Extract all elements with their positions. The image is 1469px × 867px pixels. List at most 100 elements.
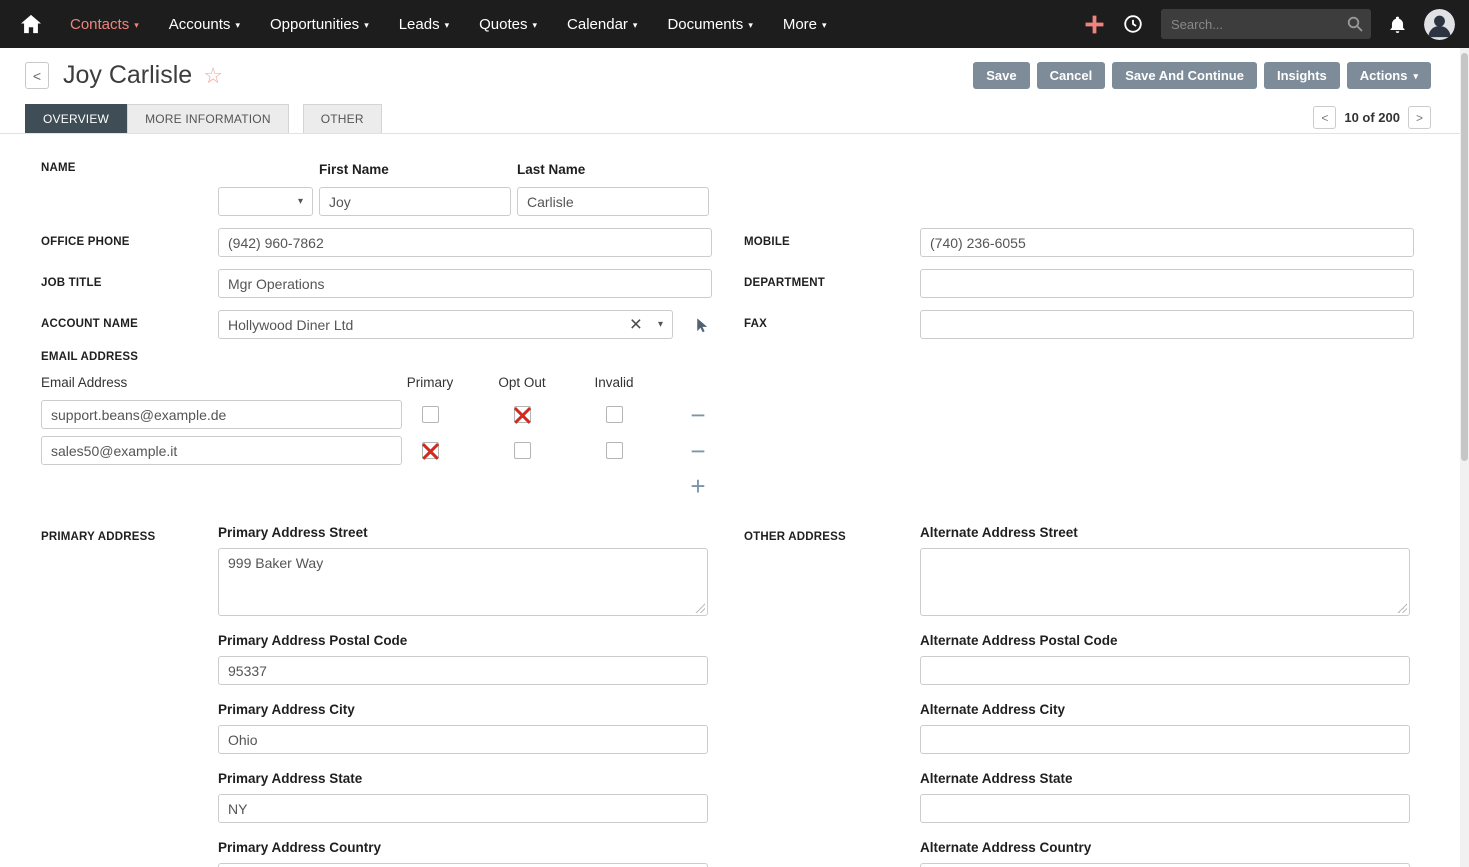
chevron-down-icon: ▾ — [633, 21, 638, 30]
alternate-street-label: Alternate Address Street — [920, 525, 1414, 540]
primary-address-section-label: PRIMARY ADDRESS — [41, 523, 218, 867]
account-name-label: ACCOUNT NAME — [41, 310, 218, 339]
global-search — [1161, 9, 1371, 39]
chevron-down-icon: ▾ — [1413, 72, 1418, 81]
name-row: NAME First Name Last Name ▾ — [41, 160, 1469, 216]
phone-row: OFFICE PHONE MOBILE — [41, 228, 1469, 257]
pager-next-button[interactable]: > — [1408, 106, 1431, 129]
chevron-down-icon: ▾ — [445, 21, 450, 30]
email-address-input[interactable] — [41, 436, 402, 465]
recently-viewed-history-icon[interactable] — [1122, 13, 1144, 35]
back-button[interactable]: < — [25, 62, 49, 89]
record-header: < Joy Carlisle ☆ Save Cancel Save And Co… — [0, 48, 1469, 94]
pager-prev-button[interactable]: < — [1313, 106, 1336, 129]
chevron-down-icon: ▾ — [364, 21, 369, 30]
department-input[interactable] — [920, 269, 1414, 298]
nav-item-accounts[interactable]: Accounts▾ — [169, 16, 240, 33]
email-section: EMAIL ADDRESS Email Address Primary Opt … — [41, 351, 1469, 497]
alternate-city-input[interactable] — [920, 725, 1410, 754]
record-counter: 10 of 200 — [1344, 110, 1400, 125]
remove-email-minus-icon[interactable]: − — [690, 441, 705, 461]
fax-input[interactable] — [920, 310, 1414, 339]
email-row: − — [41, 400, 1469, 429]
first-name-label: First Name — [319, 162, 517, 177]
quick-create-plus-icon[interactable] — [1084, 14, 1105, 35]
primary-street-textarea[interactable]: 999 Baker Way — [218, 548, 708, 616]
actions-button[interactable]: Actions▾ — [1347, 62, 1431, 89]
job-title-input[interactable] — [218, 269, 712, 298]
alternate-postal-input[interactable] — [920, 656, 1410, 685]
primary-address-fields: Primary Address Street 999 Baker Way Pri… — [218, 523, 712, 867]
search-icon[interactable] — [1347, 16, 1363, 32]
department-label: DEPARTMENT — [744, 269, 920, 298]
primary-city-input[interactable] — [218, 725, 708, 754]
chevron-down-icon: ▾ — [533, 21, 538, 30]
invalid-column-header: Invalid — [586, 375, 642, 390]
save-button[interactable]: Save — [973, 62, 1029, 89]
user-avatar[interactable] — [1424, 9, 1455, 40]
primary-checkbox[interactable] — [422, 442, 439, 459]
other-address-section-label: OTHER ADDRESS — [744, 523, 920, 867]
nav-item-more[interactable]: More▾ — [783, 16, 827, 33]
save-and-continue-button[interactable]: Save And Continue — [1112, 62, 1257, 89]
primary-column-header: Primary — [402, 375, 458, 390]
optout-column-header: Opt Out — [494, 375, 550, 390]
vertical-scrollbar[interactable] — [1460, 48, 1469, 867]
primary-city-label: Primary Address City — [218, 702, 712, 717]
nav-item-calendar[interactable]: Calendar▾ — [567, 16, 637, 33]
last-name-input[interactable] — [517, 187, 709, 216]
primary-checkbox[interactable] — [422, 406, 439, 423]
fax-label: FAX — [744, 310, 920, 339]
notifications-bell-icon[interactable] — [1388, 14, 1407, 35]
tab-other[interactable]: OTHER — [303, 104, 382, 133]
salutation-select[interactable]: ▾ — [218, 187, 313, 216]
remove-email-minus-icon[interactable]: − — [690, 405, 705, 425]
name-section-label: NAME — [41, 160, 218, 216]
chevron-down-icon: ▾ — [235, 21, 240, 30]
email-section-label: EMAIL ADDRESS — [41, 351, 1469, 363]
office-phone-label: OFFICE PHONE — [41, 228, 218, 257]
office-phone-input[interactable] — [218, 228, 712, 257]
nav-item-opportunities[interactable]: Opportunities▾ — [270, 16, 369, 33]
primary-state-input[interactable] — [218, 794, 708, 823]
account-row: ACCOUNT NAME × ▾ FAX — [41, 310, 1469, 339]
primary-postal-label: Primary Address Postal Code — [218, 633, 712, 648]
chevron-down-icon: ▾ — [298, 196, 303, 207]
alternate-state-label: Alternate Address State — [920, 771, 1414, 786]
main-menu: Contacts▾ Accounts▾ Opportunities▾ Leads… — [70, 16, 827, 33]
invalid-checkbox[interactable] — [606, 442, 623, 459]
tab-overview[interactable]: OVERVIEW — [25, 104, 127, 133]
insights-button[interactable]: Insights — [1264, 62, 1340, 89]
cursor-pointer-icon[interactable] — [693, 321, 710, 338]
first-name-input[interactable] — [319, 187, 511, 216]
address-row: PRIMARY ADDRESS Primary Address Street 9… — [41, 523, 1469, 867]
scrollbar-thumb[interactable] — [1461, 53, 1468, 461]
clear-account-icon[interactable]: × — [630, 312, 642, 337]
alternate-country-input[interactable] — [920, 863, 1410, 867]
invalid-checkbox[interactable] — [606, 406, 623, 423]
alternate-state-input[interactable] — [920, 794, 1410, 823]
record-action-buttons: Save Cancel Save And Continue Insights A… — [973, 62, 1431, 89]
cancel-button[interactable]: Cancel — [1037, 62, 1106, 89]
primary-postal-input[interactable] — [218, 656, 708, 685]
record-pager: < 10 of 200 > — [1313, 106, 1431, 133]
home-icon[interactable] — [20, 14, 42, 34]
nav-item-quotes[interactable]: Quotes▾ — [479, 16, 537, 33]
email-address-input[interactable] — [41, 400, 402, 429]
nav-item-contacts[interactable]: Contacts▾ — [70, 16, 139, 33]
job-row: JOB TITLE DEPARTMENT — [41, 269, 1469, 298]
mobile-input[interactable] — [920, 228, 1414, 257]
search-input[interactable] — [1161, 9, 1371, 39]
optout-checkbox[interactable] — [514, 406, 531, 423]
favorite-star-icon[interactable]: ☆ — [203, 65, 223, 87]
alternate-street-textarea[interactable] — [920, 548, 1410, 616]
add-email-plus-icon[interactable]: + — [678, 475, 718, 497]
chevron-down-icon[interactable]: ▾ — [658, 319, 663, 330]
primary-street-label: Primary Address Street — [218, 525, 712, 540]
nav-item-leads[interactable]: Leads▾ — [399, 16, 449, 33]
tab-more-information[interactable]: MORE INFORMATION — [127, 104, 289, 133]
primary-country-input[interactable] — [218, 863, 708, 867]
nav-item-documents[interactable]: Documents▾ — [667, 16, 752, 33]
account-name-input[interactable] — [218, 310, 673, 339]
optout-checkbox[interactable] — [514, 442, 531, 459]
